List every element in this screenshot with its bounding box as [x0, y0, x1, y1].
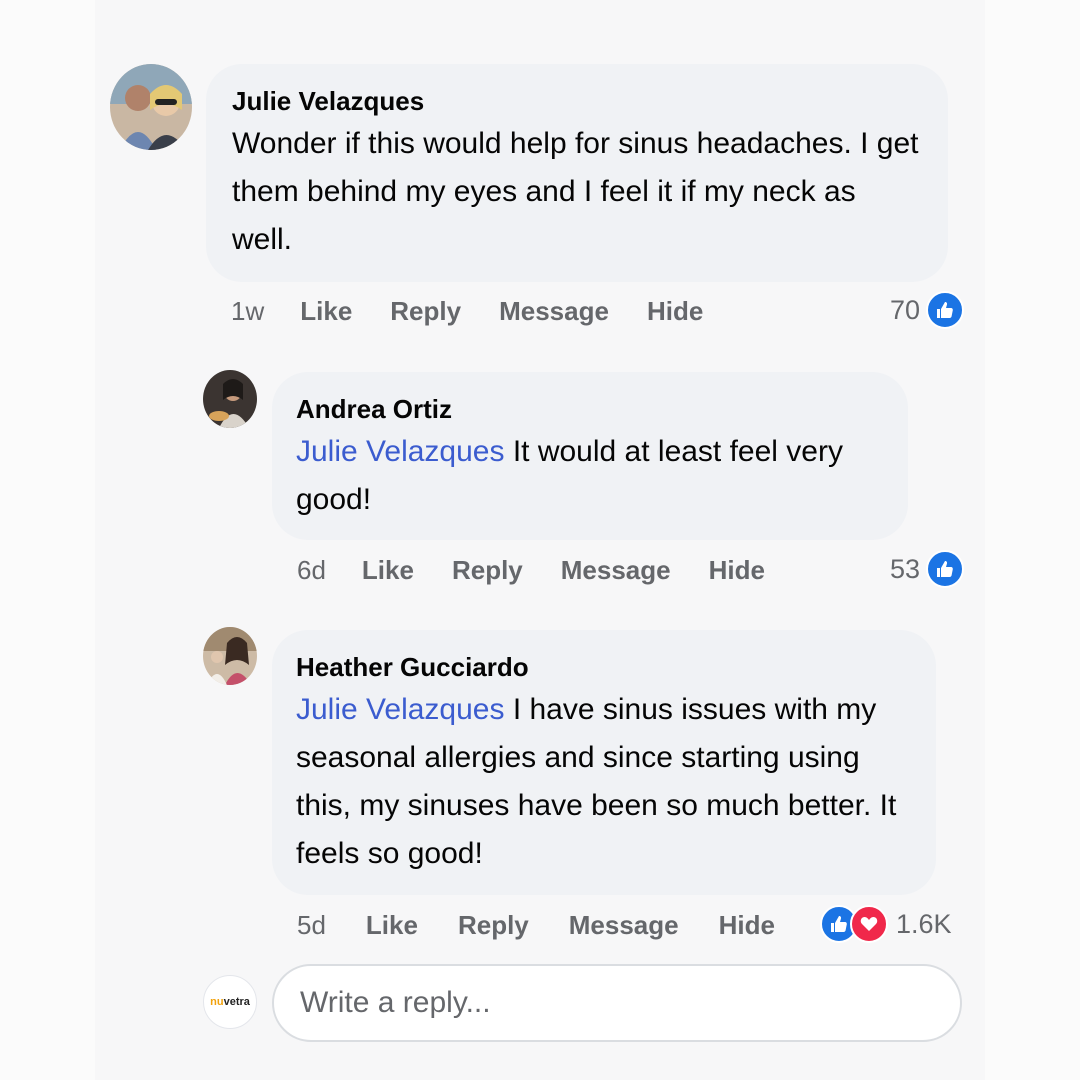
- comment-author[interactable]: Heather Gucciardo: [296, 652, 912, 682]
- reaction-count: 53: [890, 553, 921, 584]
- comment-text: Julie Velazques I have sinus issues with…: [296, 686, 912, 878]
- reply-button[interactable]: Reply: [458, 910, 529, 941]
- reply-bubble: Andrea Ortiz Julie Velazques It would at…: [272, 372, 908, 540]
- hide-button[interactable]: Hide: [719, 910, 775, 941]
- avatar-julie[interactable]: [110, 64, 192, 150]
- comment-timestamp[interactable]: 6d: [297, 555, 326, 586]
- profile-photo-icon: [110, 64, 192, 150]
- like-button[interactable]: Like: [362, 555, 414, 586]
- profile-photo-icon: [203, 627, 257, 685]
- message-button[interactable]: Message: [561, 555, 671, 586]
- reaction-summary[interactable]: 53: [890, 549, 965, 589]
- reply-bubble: Heather Gucciardo Julie Velazques I have…: [272, 630, 936, 895]
- mention-link[interactable]: Julie Velazques: [296, 693, 504, 726]
- comment-author[interactable]: Julie Velazques: [232, 86, 922, 116]
- mention-link[interactable]: Julie Velazques: [296, 435, 504, 468]
- like-button[interactable]: Like: [366, 910, 418, 941]
- reply-button[interactable]: Reply: [452, 555, 523, 586]
- profile-photo-icon: [203, 370, 257, 428]
- thumbs-up-icon: [926, 550, 965, 588]
- reaction-count: 70: [890, 294, 921, 325]
- message-button[interactable]: Message: [499, 296, 609, 327]
- avatar-heather[interactable]: [203, 627, 257, 685]
- reaction-summary[interactable]: 1.6K: [820, 904, 952, 944]
- thumbs-up-icon: [926, 291, 965, 329]
- reaction-summary[interactable]: 70: [890, 290, 965, 330]
- comment-timestamp[interactable]: 1w: [231, 296, 264, 327]
- comment-actions: 6d Like Reply Message Hide: [297, 550, 765, 590]
- comment-author[interactable]: Andrea Ortiz: [296, 394, 884, 424]
- like-button[interactable]: Like: [300, 296, 352, 327]
- page-avatar: nuvetra: [203, 975, 257, 1029]
- heart-icon: [850, 905, 888, 943]
- reaction-count: 1.6K: [896, 908, 952, 939]
- message-button[interactable]: Message: [569, 910, 679, 941]
- comment-bubble: Julie Velazques Wonder if this would hel…: [206, 64, 948, 282]
- avatar-andrea[interactable]: [203, 370, 257, 428]
- hide-button[interactable]: Hide: [709, 555, 765, 586]
- nuvetra-logo-icon: nuvetra: [210, 996, 250, 1008]
- reply-input[interactable]: [298, 985, 960, 1021]
- reply-composer[interactable]: [272, 964, 962, 1042]
- comment-body: Wonder if this would help for sinus head…: [232, 127, 919, 256]
- comment-actions: 5d Like Reply Message Hide: [297, 905, 775, 945]
- comment-actions: 1w Like Reply Message Hide: [231, 291, 703, 331]
- hide-button[interactable]: Hide: [647, 296, 703, 327]
- comment-text: Wonder if this would help for sinus head…: [232, 120, 922, 264]
- comment-text: Julie Velazques It would at least feel v…: [296, 428, 884, 524]
- reply-button[interactable]: Reply: [390, 296, 461, 327]
- comment-timestamp[interactable]: 5d: [297, 910, 326, 941]
